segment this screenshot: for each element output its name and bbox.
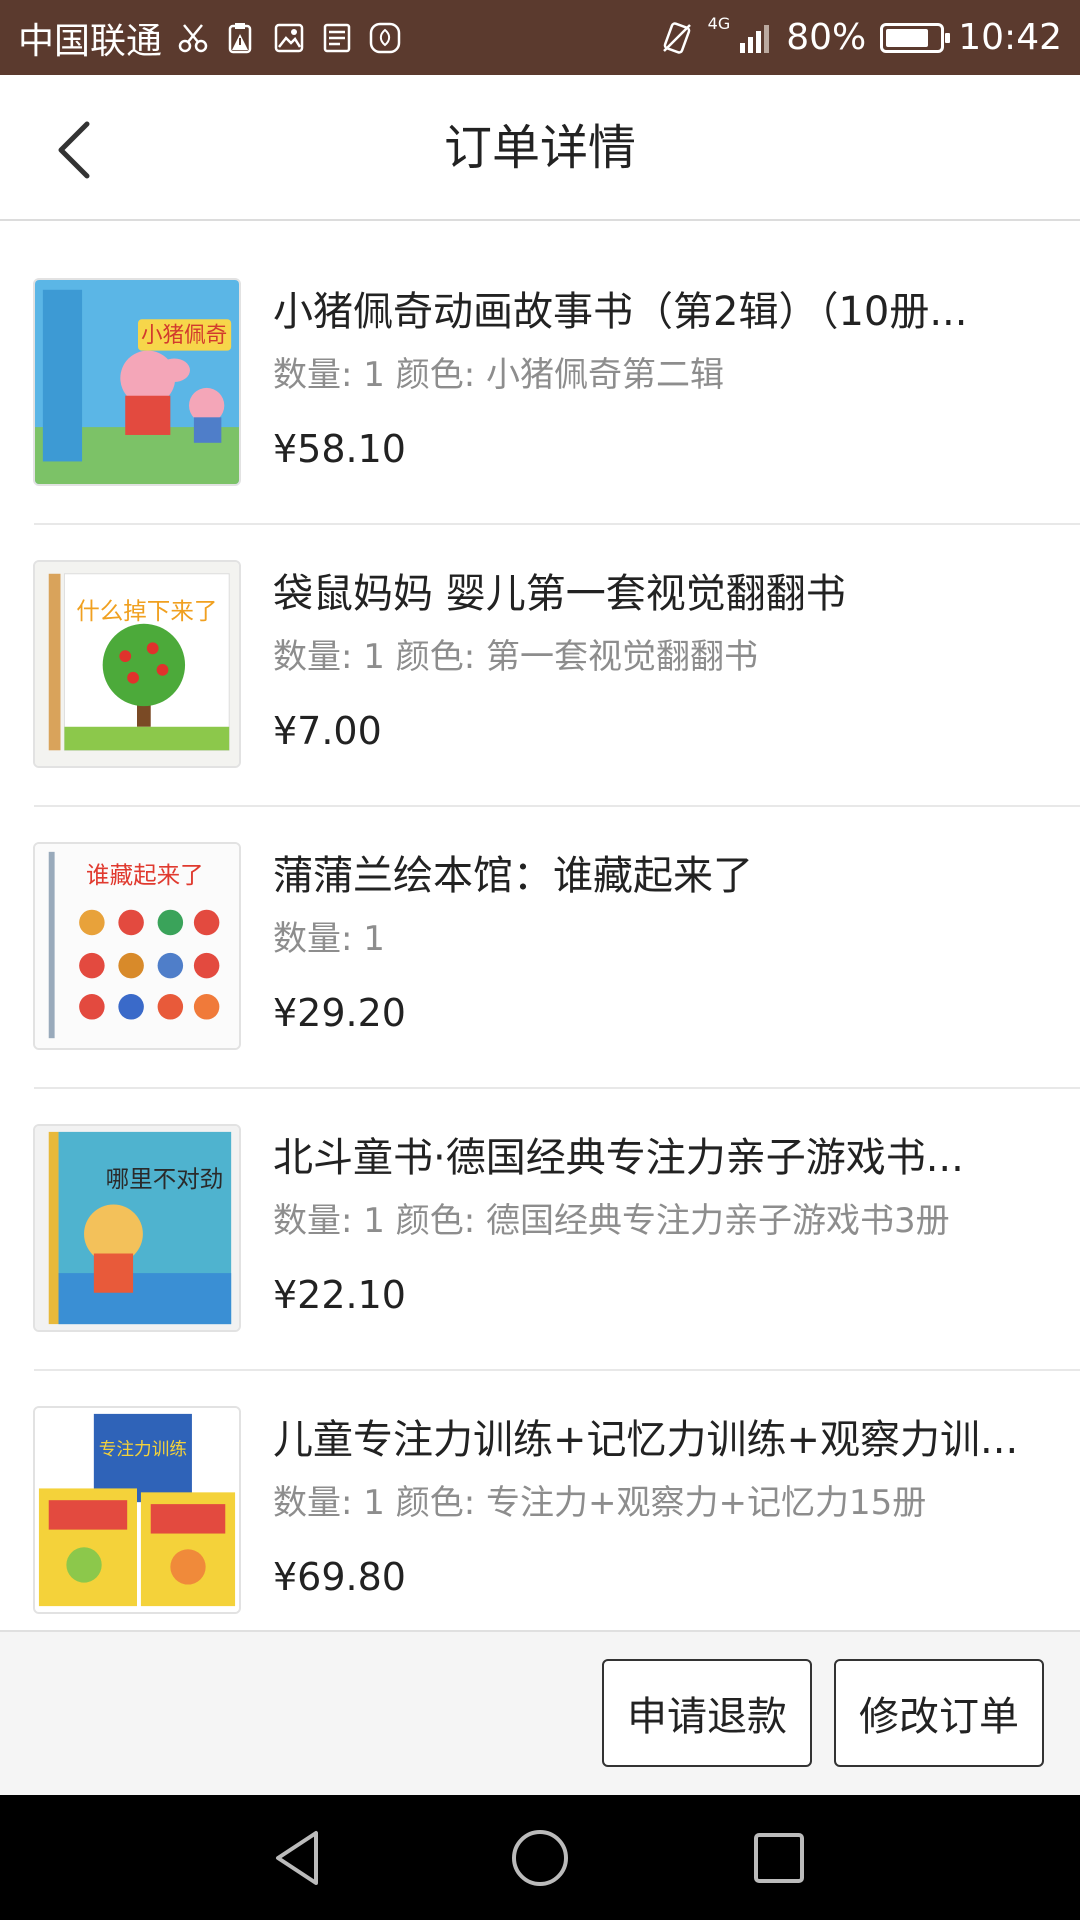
product-thumbnail[interactable]: 什么掉下来了 — [33, 560, 241, 768]
request-refund-button[interactable]: 申请退款 — [602, 1659, 812, 1767]
modify-order-button[interactable]: 修改订单 — [834, 1659, 1044, 1767]
image-icon — [272, 21, 306, 55]
list-item[interactable]: 小猪佩奇 小猪佩奇动画故事书（第2辑）（10册... 数量: 1 颜色: 小猪佩… — [0, 241, 1080, 523]
list-item[interactable]: 谁藏起来了 蒲蒲兰绘本馆：谁藏起来了 数量: 1 ¥29.20 — [0, 805, 1080, 1087]
no-sim-icon — [660, 21, 694, 55]
clock: 10:42 — [958, 17, 1062, 58]
battery-icon — [880, 22, 951, 53]
carrier-name: 中国联通 — [18, 20, 163, 62]
product-meta: 数量: 1 颜色: 第一套视觉翻翻书 — [273, 637, 758, 677]
order-item-list[interactable]: 小猪佩奇 小猪佩奇动画故事书（第2辑）（10册... 数量: 1 颜色: 小猪佩… — [0, 221, 1080, 1630]
battery-percent: 80% — [786, 17, 867, 58]
circle-home-icon — [512, 1830, 568, 1886]
huawei-icon — [368, 21, 402, 55]
list-item[interactable]: 专注力训练 儿童专注力训练+记忆力训练+观察力训... 数量: 1 颜色: 专注… — [0, 1369, 1080, 1630]
divider — [34, 1087, 1080, 1089]
product-thumbnail[interactable]: 谁藏起来了 — [33, 842, 241, 1050]
network-type: 4G — [707, 14, 731, 33]
product-thumbnail[interactable]: 小猪佩奇 — [33, 278, 241, 486]
nav-back-button[interactable] — [266, 1823, 336, 1893]
product-price: ¥69.80 — [273, 1555, 406, 1599]
news-icon — [320, 21, 354, 55]
scissors-icon — [176, 21, 210, 55]
list-item[interactable]: 什么掉下来了 袋鼠妈妈 婴儿第一套视觉翻翻书 数量: 1 颜色: 第一套视觉翻翻… — [0, 523, 1080, 805]
product-price: ¥29.20 — [273, 991, 406, 1035]
product-price: ¥58.10 — [273, 427, 406, 471]
triangle-back-icon — [276, 1831, 318, 1885]
product-title[interactable]: 小猪佩奇动画故事书（第2辑）（10册... — [273, 279, 1033, 337]
status-bar: 中国联通 4G 80% 10:42 — [0, 0, 1080, 75]
page-title: 订单详情 — [443, 120, 636, 176]
order-action-bar: 申请退款 修改订单 — [0, 1630, 1080, 1795]
divider — [34, 1369, 1080, 1371]
product-title[interactable]: 北斗童书·德国经典专注力亲子游戏书... — [273, 1125, 1033, 1183]
product-price: ¥7.00 — [273, 709, 382, 753]
cover-title: 专注力训练 — [99, 1439, 187, 1460]
product-meta: 数量: 1 颜色: 小猪佩奇第二辑 — [273, 355, 724, 395]
product-thumbnail[interactable]: 哪里不对劲 — [33, 1124, 241, 1332]
list-item[interactable]: 哪里不对劲 北斗童书·德国经典专注力亲子游戏书... 数量: 1 颜色: 德国经… — [0, 1087, 1080, 1369]
product-title[interactable]: 儿童专注力训练+记忆力训练+观察力训... — [273, 1407, 1033, 1465]
product-title[interactable]: 蒲蒲兰绘本馆：谁藏起来了 — [273, 843, 1033, 901]
product-meta: 数量: 1 — [273, 919, 385, 959]
divider — [34, 805, 1080, 807]
nav-home-button[interactable] — [505, 1823, 575, 1893]
divider — [34, 523, 1080, 525]
warning-clipboard-icon — [224, 21, 258, 55]
square-recent-icon — [754, 1833, 804, 1883]
system-nav-bar — [0, 1795, 1080, 1920]
product-meta: 数量: 1 颜色: 专注力+观察力+记忆力15册 — [273, 1483, 927, 1523]
cover-title: 什么掉下来了 — [76, 597, 217, 625]
nav-recent-button[interactable] — [744, 1823, 814, 1893]
product-price: ¥22.10 — [273, 1273, 406, 1317]
signal-icon — [738, 21, 772, 55]
product-thumbnail[interactable]: 专注力训练 — [33, 1406, 241, 1614]
cover-title: 哪里不对劲 — [106, 1165, 224, 1193]
product-meta: 数量: 1 颜色: 德国经典专注力亲子游戏书3册 — [273, 1201, 950, 1241]
cover-title: 谁藏起来了 — [86, 861, 204, 889]
cover-title: 小猪佩奇 — [141, 323, 227, 348]
title-bar: 订单详情 — [0, 75, 1080, 221]
product-title[interactable]: 袋鼠妈妈 婴儿第一套视觉翻翻书 — [273, 561, 1033, 619]
